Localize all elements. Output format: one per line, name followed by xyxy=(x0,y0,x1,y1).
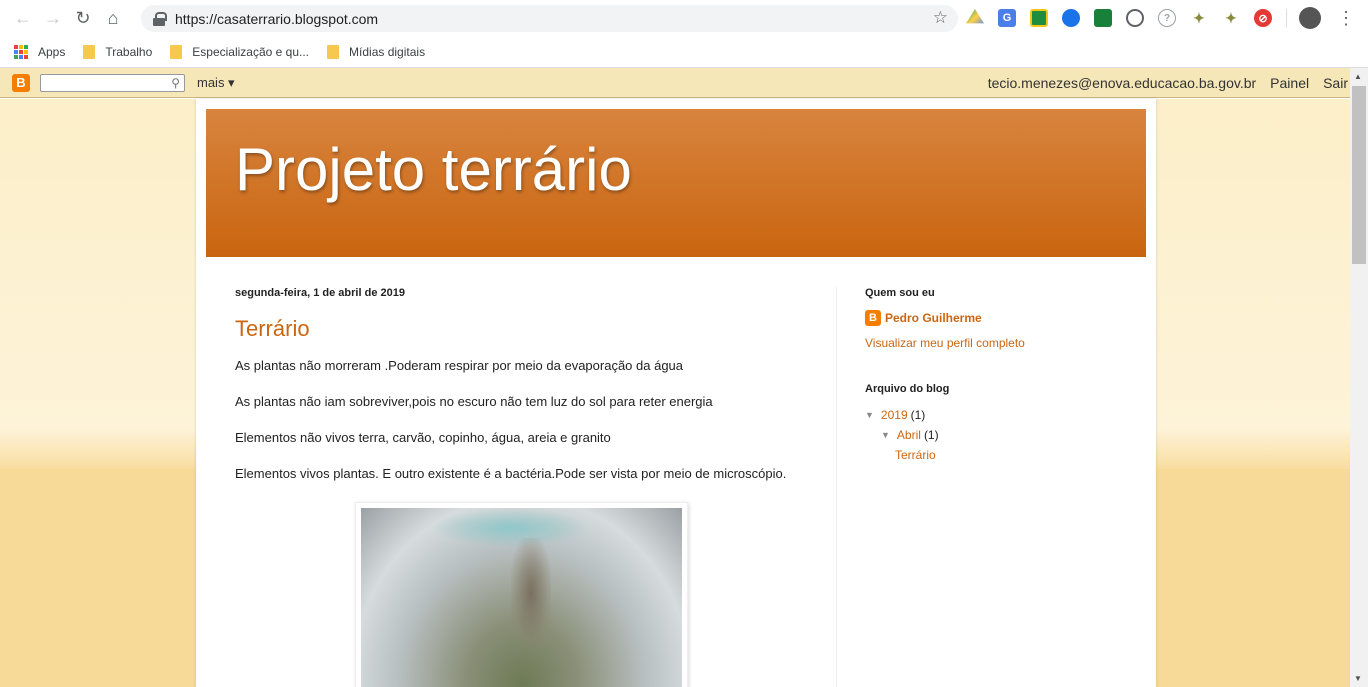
blog-archive: Arquivo do blog ▼ 2019 (1) ▼ Abril (1) T… xyxy=(865,383,1125,462)
navbar-user-links: tecio.menezes@enova.educacao.ba.gov.br P… xyxy=(974,68,1348,98)
blog-search: ⚲ xyxy=(40,73,185,92)
photo-plant xyxy=(511,538,551,648)
blog-header: Projeto terrário xyxy=(206,109,1146,257)
blogger-profile-icon: B xyxy=(865,310,881,326)
blogger-logo-icon[interactable]: B xyxy=(12,73,30,92)
scroll-down-icon[interactable]: ▼ xyxy=(1354,674,1362,683)
bookmark-label: Mídias digitais xyxy=(349,44,426,59)
user-email: tecio.menezes@enova.educacao.ba.gov.br xyxy=(987,75,1257,91)
post-paragraph: Elementos vivos plantas. E outro existen… xyxy=(235,466,787,481)
archive-title: Arquivo do blog xyxy=(865,383,950,395)
google-classroom-icon[interactable] xyxy=(1030,9,1048,27)
toolbar-separator xyxy=(1286,9,1287,27)
bookmarks-bar: Apps Trabalho Especialização e qu... Míd… xyxy=(0,36,1368,68)
openai-knot-icon[interactable] xyxy=(1126,9,1144,27)
archive-post-link[interactable]: Terrário xyxy=(895,448,936,462)
post-paragraph: Elementos não vivos terra, carvão, copin… xyxy=(235,430,611,445)
post-date: segunda-feira, 1 de abril de 2019 xyxy=(235,287,405,299)
flash-blocker-icon[interactable]: ⊘ xyxy=(1254,9,1272,27)
bird-extension-icon[interactable]: ✦ xyxy=(1190,9,1208,27)
folder-icon xyxy=(83,44,96,59)
post-title[interactable]: Terrário xyxy=(235,316,815,342)
logout-link[interactable]: Sair xyxy=(1323,75,1348,91)
apps-grid-icon xyxy=(14,44,28,59)
bookmark-midias[interactable]: Mídias digitais xyxy=(327,44,426,59)
google-drive-icon[interactable] xyxy=(966,9,984,24)
back-arrow-icon[interactable]: ← xyxy=(8,3,38,33)
bookmark-label: Trabalho xyxy=(105,44,153,59)
more-menu[interactable]: mais ▾ xyxy=(197,75,235,91)
star-icon[interactable]: ☆ xyxy=(933,8,948,28)
bookmark-apps[interactable]: Apps xyxy=(14,44,66,59)
google-translate-icon[interactable]: G xyxy=(998,9,1016,27)
dashboard-link[interactable]: Painel xyxy=(1270,75,1309,91)
lock-icon xyxy=(153,11,167,26)
bookmark-trabalho[interactable]: Trabalho xyxy=(83,44,153,59)
archive-month-link[interactable]: Abril xyxy=(897,428,921,442)
page-scrollbar[interactable]: ▲ ▼ xyxy=(1350,68,1368,687)
blogger-navbar: B ⚲ mais ▾ tecio.menezes@enova.educacao.… xyxy=(0,68,1350,98)
meet-icon[interactable] xyxy=(1062,9,1080,27)
forward-arrow-icon[interactable]: → xyxy=(38,3,68,33)
home-icon[interactable]: ⌂ xyxy=(98,3,128,33)
terrarium-photo xyxy=(361,508,682,687)
archive-year: ▼ 2019 (1) xyxy=(865,408,1125,422)
cast-icon[interactable] xyxy=(1094,9,1112,27)
triangle-down-icon[interactable]: ▼ xyxy=(881,430,890,440)
archive-month-count: (1) xyxy=(923,428,939,442)
scroll-up-icon[interactable]: ▲ xyxy=(1354,72,1362,81)
profile-avatar[interactable] xyxy=(1299,7,1321,29)
extension-icons: G ? ✦ ✦ ⊘ ⋮ xyxy=(966,7,1355,29)
folder-icon xyxy=(327,44,340,59)
browser-toolbar: ← → ↻ ⌂ https://casaterrario.blogspot.co… xyxy=(0,0,1368,36)
scrollbar-thumb[interactable] xyxy=(1352,86,1366,264)
folder-icon xyxy=(170,44,183,59)
help-icon[interactable]: ? xyxy=(1158,9,1176,27)
blog-search-input[interactable] xyxy=(41,74,161,91)
blog-content: Projeto terrário segunda-feira, 1 de abr… xyxy=(196,99,1156,687)
kebab-menu-icon[interactable]: ⋮ xyxy=(1337,8,1355,29)
archive-year-link[interactable]: 2019 xyxy=(881,408,908,422)
column-divider xyxy=(836,287,837,687)
post-image[interactable] xyxy=(355,502,688,687)
author-link[interactable]: B Pedro Guilherme xyxy=(865,310,1125,326)
bookmark-label: Especialização e qu... xyxy=(192,44,310,59)
triangle-down-icon[interactable]: ▼ xyxy=(865,410,874,420)
post-paragraph: As plantas não iam sobreviver,pois no es… xyxy=(235,394,713,409)
full-profile-link[interactable]: Visualizar meu perfil completo xyxy=(865,336,1125,350)
archive-year-count: (1) xyxy=(910,408,926,422)
archive-month: ▼ Abril (1) xyxy=(881,428,1125,442)
about-title: Quem sou eu xyxy=(865,287,935,299)
blog-sidebar: Quem sou eu B Pedro Guilherme Visualizar… xyxy=(865,287,1125,462)
archive-post: Terrário xyxy=(895,448,1125,462)
post-main: segunda-feira, 1 de abril de 2019 Terrár… xyxy=(235,287,815,687)
reload-icon[interactable]: ↻ xyxy=(68,3,98,33)
post-paragraph: As plantas não morreram .Poderam respira… xyxy=(235,358,684,373)
blog-title[interactable]: Projeto terrário xyxy=(235,135,632,204)
bookmark-especializacao[interactable]: Especialização e qu... xyxy=(170,44,310,59)
author-name[interactable]: Pedro Guilherme xyxy=(885,311,982,325)
search-icon[interactable]: ⚲ xyxy=(171,76,180,90)
url-text[interactable]: https://casaterrario.blogspot.com xyxy=(175,11,378,27)
address-bar[interactable]: https://casaterrario.blogspot.com ☆ xyxy=(141,5,958,32)
bookmark-label: Apps xyxy=(38,44,66,59)
post-body: As plantas não morreram .Poderam respira… xyxy=(235,357,815,483)
bird-extension-icon-2[interactable]: ✦ xyxy=(1222,9,1240,27)
